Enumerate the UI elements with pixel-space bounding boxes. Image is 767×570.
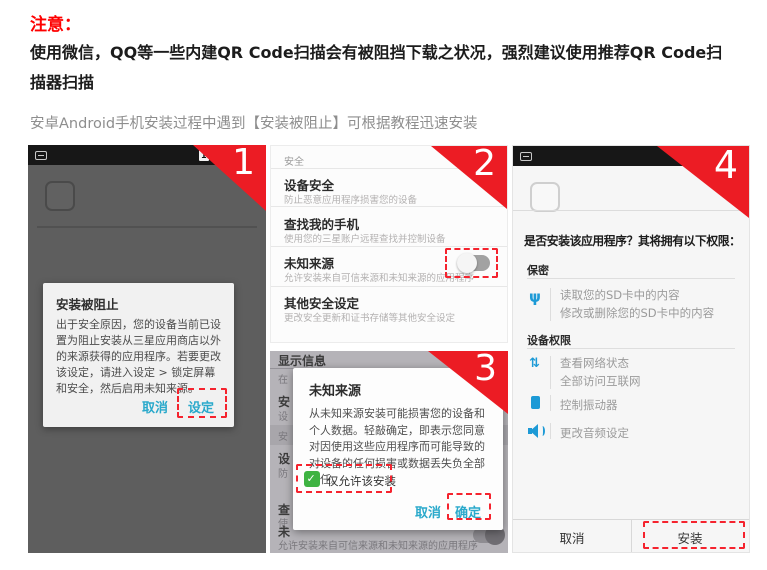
- step-badge: 1: [193, 145, 266, 211]
- notification-icon: [520, 152, 532, 161]
- step-number: 2: [473, 145, 496, 184]
- permission-sd-modify: 修改或删除您的SD卡中的内容: [560, 305, 714, 321]
- divider: [37, 226, 257, 228]
- step-number: 3: [474, 351, 497, 389]
- divider: [527, 348, 735, 349]
- dimmed-text-fragment: 安: [278, 428, 288, 443]
- note-title: 注意：: [30, 10, 81, 35]
- dimmed-text-fragment: 设: [278, 408, 288, 423]
- dimmed-row-sub: 允许安装来自可信来源和未知来源的应用程序: [278, 537, 478, 552]
- vibration-icon: [531, 396, 540, 409]
- step-number: 1: [232, 145, 255, 183]
- section-label-privacy: 保密: [527, 262, 549, 278]
- highlight-checkbox: [296, 464, 392, 493]
- divider: [550, 288, 551, 321]
- usb-icon: ψ: [529, 288, 541, 306]
- phone-screenshot-step4: 1 4G 7 是否安装该应用程序？其将拥有以下权限： 保密 ψ 读取您的SD卡中…: [512, 145, 750, 553]
- app-icon-placeholder: [530, 182, 560, 212]
- divider: [271, 206, 507, 207]
- network-arrows-icon: ⇅: [529, 356, 540, 371]
- divider: [513, 210, 749, 211]
- settings-item-desc: 防止恶意应用程序损害您的设备: [284, 192, 417, 206]
- cancel-button[interactable]: 取消: [415, 502, 441, 521]
- divider: [550, 423, 551, 439]
- section-label-device: 设备权限: [527, 332, 571, 348]
- permission-network-state: 查看网络状态: [560, 355, 629, 371]
- divider: [550, 356, 551, 389]
- step-badge: 2: [431, 146, 507, 209]
- note-body: 使用微信，QQ等一些内建QR Code扫描会有被阻挡下载之状况，强烈建议使用推荐…: [30, 38, 736, 98]
- dialog-body: 出于安全原因，您的设备当前已设置为阻止安装从三星应用商店以外的来源获得的应用程序…: [56, 317, 226, 397]
- notification-icon: [35, 151, 47, 160]
- settings-item-desc: 使用您的三星账户远程查找并控制设备: [284, 231, 446, 245]
- divider: [271, 286, 507, 287]
- highlight-settings-button: [177, 388, 227, 418]
- install-prompt-title: 是否安装该应用程序？其将拥有以下权限：: [524, 232, 744, 249]
- step-number: 4: [714, 145, 738, 187]
- dimmed-text-fragment: 防: [278, 465, 288, 480]
- dimmed-row-sub: 在: [278, 371, 288, 386]
- settings-item-desc: 更改安全更新和证书存储等其他安全设定: [284, 310, 455, 324]
- permission-sd-read: 读取您的SD卡中的内容: [560, 287, 680, 303]
- speaker-icon: [527, 424, 547, 438]
- dialog-title: 安装被阻止: [56, 294, 119, 313]
- dialog-title: 未知来源: [309, 380, 361, 399]
- phone-screenshot-step1: 1 4G 7 安装被阻止 出于安全原因，您的设备当前已设置为阻止安装从三星应用商…: [28, 145, 266, 553]
- permission-internet: 全部访问互联网: [560, 373, 641, 389]
- phone-screenshot-step3: 显示信息 在 安 设 安 设 防 查 使 未 允许安装来自可信来源和未知来源的应…: [270, 351, 508, 553]
- app-icon-placeholder: [45, 181, 75, 211]
- tutorial-page: 注意： 使用微信，QQ等一些内建QR Code扫描会有被阻挡下载之状况，强烈建议…: [0, 0, 767, 570]
- divider: [527, 278, 735, 279]
- cancel-button[interactable]: 取消: [142, 397, 168, 416]
- dimmed-row-title: 显示信息: [278, 352, 326, 369]
- highlight-install-button: [643, 521, 745, 549]
- permission-vibration: 控制振动器: [560, 397, 618, 413]
- highlight-unknown-sources-toggle: [445, 248, 498, 278]
- unknown-sources-dialog: 未知来源 从未知来源安装可能损害您的设备和个人数据。轻敲确定，即表示您同意对因使…: [293, 368, 503, 530]
- settings-header: 安全: [284, 153, 304, 168]
- divider: [550, 395, 551, 411]
- cancel-button[interactable]: 取消: [513, 528, 631, 547]
- highlight-confirm-button: [447, 493, 491, 520]
- note-subtitle: 安卓Android手机安装过程中遇到【安装被阻止】可根据教程迅速安装: [30, 112, 478, 133]
- screenshot-panels: 1 4G 7 安装被阻止 出于安全原因，您的设备当前已设置为阻止安装从三星应用商…: [28, 145, 752, 553]
- phone-screenshot-step2: 安全 设备安全 防止恶意应用程序损害您的设备 查找我的手机 使用您的三星账户远程…: [270, 145, 508, 343]
- permission-audio: 更改音频设定: [560, 425, 629, 441]
- install-blocked-dialog: 安装被阻止 出于安全原因，您的设备当前已设置为阻止安装从三星应用商店以外的来源获…: [43, 283, 234, 427]
- divider: [271, 246, 507, 247]
